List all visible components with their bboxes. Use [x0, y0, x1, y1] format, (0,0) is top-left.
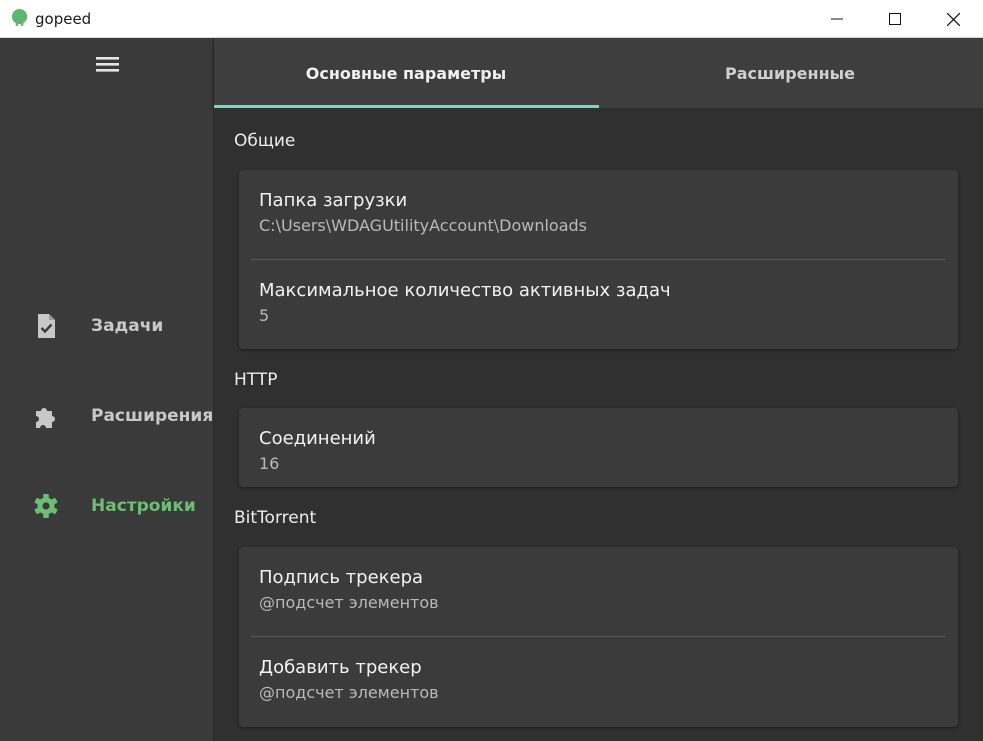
gear-icon	[34, 494, 58, 518]
section-title-bittorrent: BitTorrent	[234, 508, 317, 528]
bittorrent-settings-card: Подпись трекера @подсчет элементов Добав…	[239, 547, 958, 727]
gopeed-logo-icon	[11, 9, 28, 27]
setting-title: Папка загрузки	[259, 190, 408, 211]
sidebar: Задачи Расширения Настройки	[0, 38, 214, 741]
hamburger-menu-icon	[96, 57, 119, 72]
sidebar-item-tasks[interactable]: Задачи	[0, 298, 214, 354]
setting-value: 5	[259, 306, 270, 325]
sidebar-item-settings[interactable]: Настройки	[0, 478, 214, 534]
setting-value: @подсчет элементов	[259, 593, 439, 612]
http-settings-card: Соединений 16	[239, 408, 958, 487]
task-check-icon	[38, 314, 55, 338]
menu-toggle-button[interactable]	[95, 53, 121, 75]
tab-basic-settings[interactable]: Основные параметры	[214, 38, 598, 108]
section-title-http: HTTP	[234, 370, 278, 390]
settings-tabs: Основные параметры Расширенные	[214, 38, 983, 108]
close-button[interactable]	[924, 0, 982, 38]
sidebar-item-label: Настройки	[91, 496, 196, 516]
setting-value: @подсчет элементов	[259, 683, 439, 702]
maximize-icon	[889, 13, 901, 25]
minimize-button[interactable]	[808, 0, 866, 38]
setting-title: Максимальное количество активных задач	[259, 280, 671, 301]
connections-setting[interactable]: Соединений 16	[239, 408, 958, 487]
minimize-icon	[831, 18, 843, 20]
setting-title: Соединений	[259, 428, 376, 449]
close-icon	[946, 12, 960, 26]
setting-value: 16	[259, 454, 280, 473]
tracker-subscription-setting[interactable]: Подпись трекера @подсчет элементов	[239, 547, 958, 627]
download-folder-setting[interactable]: Папка загрузки C:\Users\WDAGUtilityAccou…	[239, 170, 958, 250]
add-tracker-setting[interactable]: Добавить трекер @подсчет элементов	[239, 637, 958, 727]
tab-advanced-settings[interactable]: Расширенные	[598, 38, 982, 108]
general-settings-card: Папка загрузки C:\Users\WDAGUtilityAccou…	[239, 170, 958, 349]
title-bar: gopeed	[0, 0, 983, 38]
window-title: gopeed	[35, 10, 92, 28]
sidebar-item-label: Расширения	[91, 406, 214, 426]
section-title-general: Общие	[234, 131, 296, 151]
puzzle-icon	[36, 408, 55, 428]
settings-content: Общие Папка загрузки C:\Users\WDAGUtilit…	[214, 108, 983, 741]
setting-value: C:\Users\WDAGUtilityAccount\Downloads	[259, 216, 587, 235]
sidebar-item-label: Задачи	[91, 316, 164, 336]
max-active-tasks-setting[interactable]: Максимальное количество активных задач 5	[239, 260, 958, 349]
maximize-button[interactable]	[866, 0, 924, 38]
sidebar-item-extensions[interactable]: Расширения	[0, 388, 214, 444]
setting-title: Добавить трекер	[259, 657, 422, 678]
setting-title: Подпись трекера	[259, 567, 424, 588]
